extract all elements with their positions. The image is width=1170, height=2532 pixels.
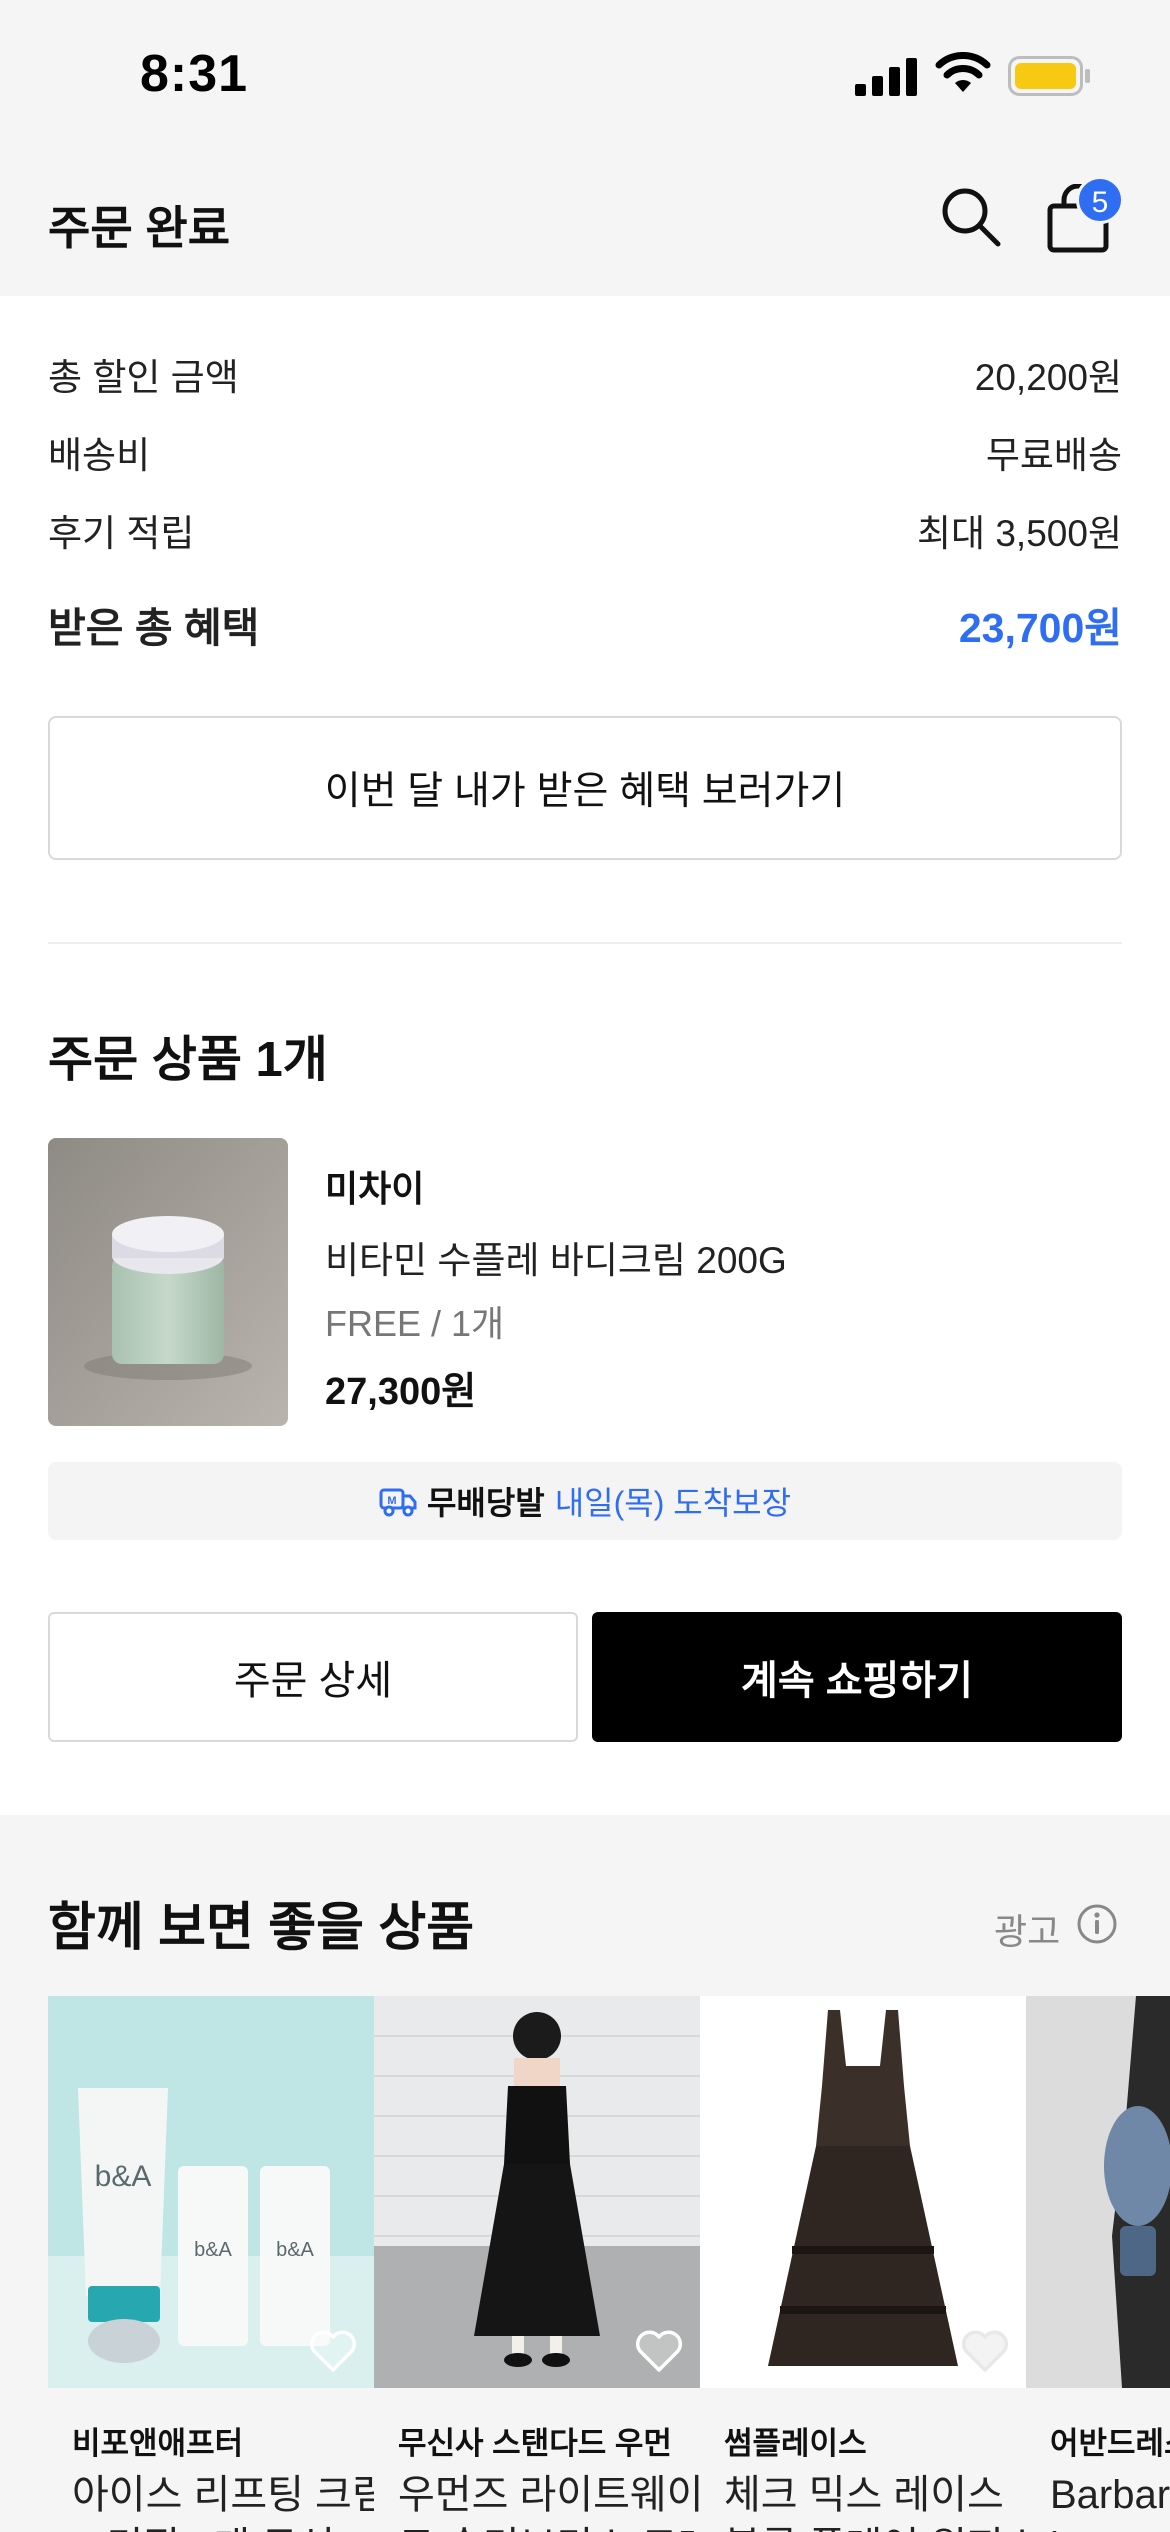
status-time: 8:31 — [140, 45, 249, 103]
svg-text:b&A: b&A — [95, 2160, 152, 2193]
heart-icon[interactable] — [634, 2328, 684, 2374]
section-divider — [48, 942, 1122, 944]
reco-name: 체크 믹스 레이스 — [724, 2473, 1004, 2517]
reco-brand: 무신사 스탠다드 우먼 — [398, 2426, 672, 2461]
benefit-row-total: 받은 총 혜택 23,700원 — [48, 594, 1122, 654]
reco-name: 아이스 리프팅 크림 — [72, 2473, 374, 2517]
product-image[interactable] — [48, 1138, 288, 1426]
signal-icon — [855, 58, 917, 96]
svg-text:M: M — [387, 1495, 396, 1507]
benefit-label: 배송비 — [48, 435, 151, 476]
heart-icon[interactable] — [308, 2328, 358, 2374]
reco-name-line2: bag — [1050, 2521, 1170, 2532]
app-header: 주문 완료 5 — [0, 150, 1170, 296]
reco-brand: 어반드레스 — [1050, 2426, 1170, 2461]
product-brand: 미차이 — [325, 1168, 425, 1209]
cart-count-badge: 5 — [1076, 176, 1124, 224]
product-option: FREE / 1개 — [325, 1303, 505, 1344]
reco-brand: 비포앤애프터 — [72, 2426, 244, 2461]
benefit-value: 무료배송 — [985, 435, 1122, 476]
reco-product-image[interactable] — [1026, 1996, 1170, 2388]
total-benefit-label: 받은 총 혜택 — [48, 605, 260, 651]
status-bar: 8:31 — [0, 0, 1170, 150]
page-title: 주문 완료 — [48, 202, 231, 254]
total-benefit-value: 23,700원 — [958, 605, 1122, 651]
wifi-icon — [935, 52, 991, 92]
reco-product-image[interactable] — [374, 1996, 700, 2388]
reco-card[interactable]: 썸플레이스 체크 믹스 레이스 블록 플레어 원피스 — [700, 1996, 1026, 2532]
recommendations-title: 함께 보면 좋을 상품 — [48, 1899, 475, 1957]
reco-card[interactable]: 무신사 스탠다드 우먼 우먼즈 라이트웨이 트 슬리브리스 드레스 — [374, 1996, 700, 2532]
reco-product-image[interactable]: b&A b&A b&A — [48, 1996, 374, 2388]
benefit-label: 총 할인 금액 — [48, 357, 239, 398]
reco-name-line2: 블록 플레어 원피스 — [724, 2521, 1026, 2532]
reco-brand: 썸플레이스 — [724, 2426, 867, 2461]
heart-icon[interactable] — [960, 2328, 1010, 2374]
reco-name: 우먼즈 라이트웨이 — [398, 2473, 700, 2517]
benefit-row-discount: 총 할인 금액 20,200원 — [48, 344, 1122, 404]
delivery-truck-icon: M — [379, 1488, 417, 1517]
reco-name-line2: 트 슬리브리스 드레스 — [398, 2521, 700, 2532]
reco-card[interactable]: 어반드레스 Barbara bag — [1026, 1996, 1170, 2532]
order-section-title: 주문 상품 1개 — [48, 1033, 328, 1087]
benefit-value: 최대 3,500원 — [917, 513, 1122, 554]
reco-name-line2: + 리필 2개 구성 — [72, 2521, 374, 2532]
benefit-row-shipping: 배송비 무료배송 — [48, 422, 1122, 482]
svg-text:b&A: b&A — [276, 2239, 314, 2261]
delivery-date: 내일(목) 도착보장 — [554, 1485, 792, 1521]
benefit-row-review: 후기 적립 최대 3,500원 — [48, 500, 1122, 560]
search-icon[interactable] — [938, 184, 1002, 248]
svg-text:b&A: b&A — [194, 2239, 232, 2261]
order-detail-button[interactable]: 주문 상세 — [48, 1612, 578, 1742]
battery-icon — [1008, 56, 1090, 96]
reco-product-image[interactable] — [700, 1996, 1026, 2388]
continue-shopping-button[interactable]: 계속 쇼핑하기 — [592, 1612, 1122, 1742]
ad-label: 광고 — [994, 1911, 1061, 1952]
reco-card[interactable]: b&A b&A b&A 비포앤애프터 아이스 리프팅 크림 + 리필 2개 구성 — [48, 1996, 374, 2532]
reco-name: Barbara — [1050, 2473, 1170, 2517]
delivery-guarantee-box: M 무배당발 내일(목) 도착보장 — [48, 1462, 1122, 1540]
delivery-tag: 무배당발 — [426, 1485, 545, 1521]
product-name[interactable]: 비타민 수플레 바디크림 200G — [325, 1230, 787, 1284]
info-icon[interactable] — [1076, 1903, 1118, 1945]
product-price: 27,300원 — [325, 1371, 477, 1413]
benefit-label: 후기 적립 — [48, 513, 195, 554]
monthly-benefits-button[interactable]: 이번 달 내가 받은 혜택 보러가기 — [48, 716, 1122, 860]
benefit-value: 20,200원 — [974, 357, 1122, 398]
